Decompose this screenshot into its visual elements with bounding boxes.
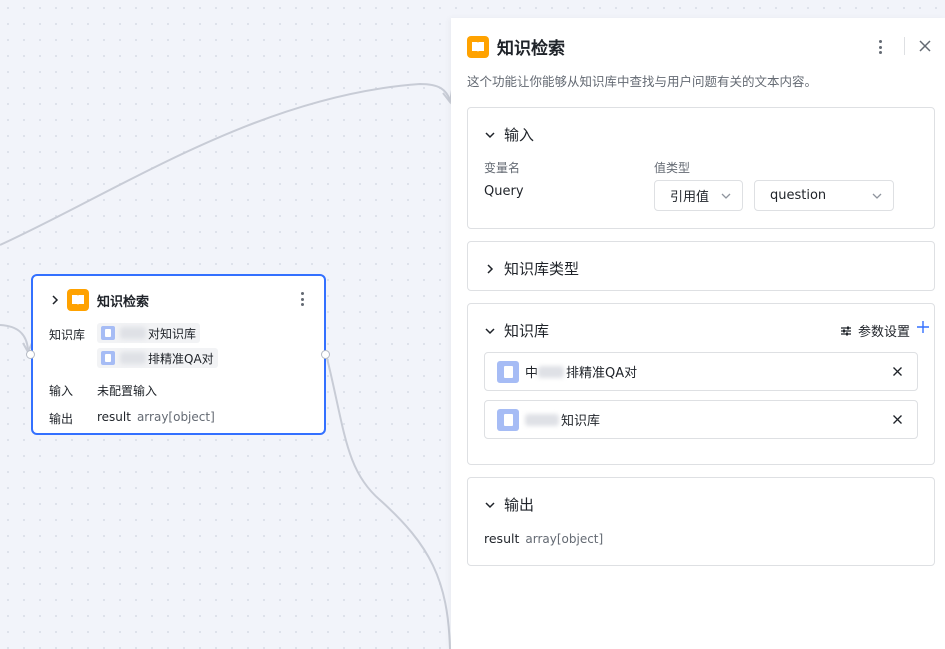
chevron-down-icon[interactable] — [484, 499, 496, 511]
node-output-value: result array[object] — [97, 410, 215, 424]
kb-doc-icon — [101, 351, 115, 365]
node-more-icon[interactable] — [301, 292, 304, 306]
node-input-value: 未配置输入 — [97, 384, 158, 398]
remove-icon[interactable] — [892, 414, 903, 425]
kb-doc-icon — [497, 408, 519, 431]
kb-doc-icon — [101, 326, 115, 340]
output-section: 输出 result array[object] — [467, 477, 935, 566]
redacted-text — [120, 327, 146, 339]
redacted-text — [538, 365, 565, 378]
knowledge-retrieval-node[interactable]: 知识检索 知识库 对知识库 排精准QA对 输入 未配置输入 输出 result a… — [31, 274, 326, 435]
panel-title[interactable]: 知识检索 — [497, 34, 565, 59]
output-section-header[interactable]: 输出 — [484, 494, 534, 515]
panel-header: 知识检索 — [467, 34, 565, 59]
node-input-label: 输入 — [49, 384, 74, 398]
value-select[interactable]: question — [754, 180, 894, 211]
book-icon — [467, 35, 489, 58]
redacted-text — [120, 352, 146, 364]
kb-type-section[interactable]: 知识库类型 — [467, 241, 935, 291]
node-settings-panel: 知识检索 这个功能让你能够从知识库中查找与用户问题有关的文本内容。 输入 变量名… — [451, 18, 945, 649]
redacted-text — [525, 413, 559, 426]
value-type-select[interactable]: 引用值 — [654, 180, 743, 211]
param-settings-button[interactable]: 参数设置 — [840, 321, 910, 340]
kb-section-header[interactable]: 知识库 — [484, 320, 549, 341]
node-kb-label: 知识库 — [49, 328, 86, 342]
chevron-down-icon[interactable] — [484, 325, 496, 337]
chevron-down-icon — [721, 193, 731, 199]
panel-more-icon[interactable] — [879, 40, 882, 54]
input-section: 输入 变量名 值类型 Query 引用值 question — [467, 107, 935, 229]
close-icon[interactable] — [917, 38, 933, 54]
chevron-right-icon[interactable] — [484, 263, 496, 275]
node-output-port[interactable] — [321, 350, 330, 359]
kb-section: 知识库 参数设置 中 排精准QA对 知识库 — [467, 303, 935, 465]
node-kb-tag: 排精准QA对 — [97, 348, 218, 368]
header-divider — [904, 37, 905, 55]
chevron-down-icon[interactable] — [484, 129, 496, 141]
remove-icon[interactable] — [892, 366, 903, 377]
kb-list-item[interactable]: 中 排精准QA对 — [484, 352, 918, 391]
node-kb-list: 对知识库 排精准QA对 — [97, 322, 218, 372]
kb-doc-icon — [497, 360, 519, 383]
var-name-value: Query — [484, 184, 524, 199]
node-input-port[interactable] — [26, 350, 35, 359]
chevron-right-icon[interactable] — [47, 292, 63, 308]
var-name-label: 变量名 — [484, 161, 521, 175]
add-icon[interactable] — [916, 320, 930, 334]
sliders-icon — [840, 326, 851, 335]
node-header: 知识检索 — [47, 289, 149, 311]
kb-type-section-header[interactable]: 知识库类型 — [484, 258, 579, 279]
value-type-label: 值类型 — [654, 161, 691, 175]
chevron-down-icon — [872, 193, 882, 199]
node-output-label: 输出 — [49, 412, 74, 426]
panel-description: 这个功能让你能够从知识库中查找与用户问题有关的文本内容。 — [467, 74, 818, 89]
input-section-header[interactable]: 输入 — [484, 124, 534, 145]
output-variable: result array[object] — [484, 531, 604, 546]
book-icon — [67, 289, 89, 311]
node-title: 知识检索 — [97, 294, 150, 310]
kb-list-item[interactable]: 知识库 — [484, 400, 918, 439]
node-kb-tag: 对知识库 — [97, 323, 201, 343]
